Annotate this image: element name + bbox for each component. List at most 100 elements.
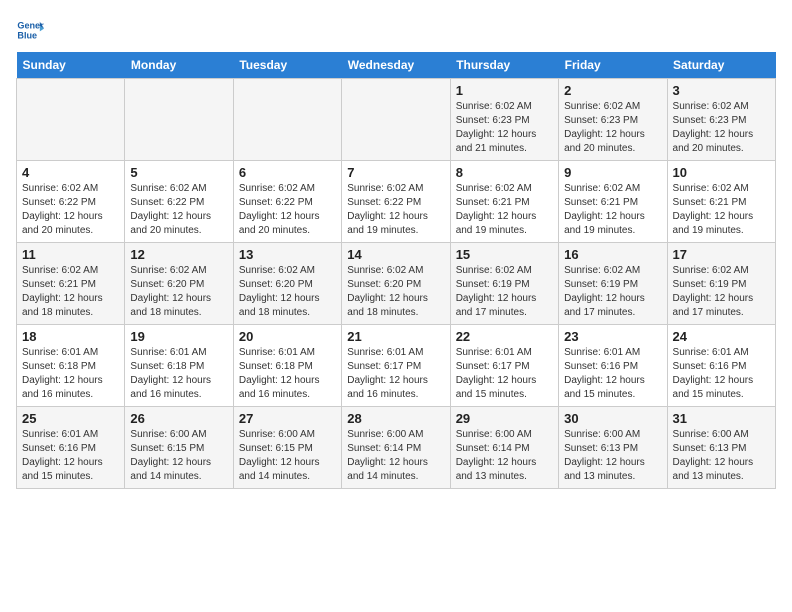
day-info: Sunrise: 6:00 AM Sunset: 6:15 PM Dayligh…	[239, 428, 336, 484]
day-number: 22	[456, 329, 553, 344]
day-info: Sunrise: 6:01 AM Sunset: 6:16 PM Dayligh…	[564, 346, 661, 402]
calendar-cell: 24Sunrise: 6:01 AM Sunset: 6:16 PM Dayli…	[667, 325, 775, 407]
day-number: 9	[564, 165, 661, 180]
calendar-cell: 11 Sunrise: 6:02 AM Sunset: 6:21 PM Dayli…	[17, 243, 125, 325]
day-info: Sunrise: 6:01 AM Sunset: 6:18 PM Dayligh…	[130, 346, 227, 402]
day-number: 11	[22, 247, 119, 262]
calendar-cell: 4Sunrise: 6:02 AM Sunset: 6:22 PM Daylig…	[17, 161, 125, 243]
calendar-cell: 13Sunrise: 6:02 AM Sunset: 6:20 PM Dayli…	[233, 243, 341, 325]
logo-icon: General Blue	[16, 16, 44, 44]
calendar-cell: 8Sunrise: 6:02 AM Sunset: 6:21 PM Daylig…	[450, 161, 558, 243]
day-info: Sunrise: 6:01 AM Sunset: 6:17 PM Dayligh…	[347, 346, 444, 402]
calendar-cell: 29Sunrise: 6:00 AM Sunset: 6:14 PM Dayli…	[450, 407, 558, 489]
calendar-week-row: 4 Sunrise: 6:02 AM Sunset: 6:22 PM Daylig…	[17, 161, 776, 243]
day-number: 7	[347, 165, 444, 180]
day-info: Sunrise: 6:01 AM Sunset: 6:16 PM Dayligh…	[673, 346, 770, 402]
day-number: 29	[456, 411, 553, 426]
calendar-cell: 23 Sunrise: 6:01 AM Sunset: 6:16 PM Dayli…	[559, 325, 667, 407]
calendar-cell: 2 Sunrise: 6:02 AM Sunset: 6:23 PM Daylig…	[559, 79, 667, 161]
calendar-week-row: 18 Sunrise: 6:01 AM Sunset: 6:18 PM Dayli…	[17, 325, 776, 407]
calendar-cell: 30Sunrise: 6:00 AM Sunset: 6:13 PM Dayli…	[559, 407, 667, 489]
day-number: 19	[130, 329, 227, 344]
day-number: 4	[22, 165, 119, 180]
day-info: Sunrise: 6:02 AM Sunset: 6:19 PM Dayligh…	[673, 264, 770, 320]
day-number: 16	[564, 247, 661, 262]
calendar-cell: 31 Sunrise: 6:00 AM Sunset: 6:13 PM Dayli…	[667, 407, 775, 489]
day-number: 26	[130, 411, 227, 426]
calendar-cell: 7 Sunrise: 6:02 AM Sunset: 6:22 PM Daylig…	[342, 161, 450, 243]
calendar-cell: 28 Sunrise: 6:00 AM Sunset: 6:14 PM Dayli…	[342, 407, 450, 489]
weekday-header-wednesday: Wednesday	[342, 52, 450, 79]
calendar-cell	[17, 79, 125, 161]
calendar-table: SundayMondayTuesdayWednesdayThursdayFrid…	[16, 52, 776, 489]
day-info: Sunrise: 6:00 AM Sunset: 6:14 PM Dayligh…	[347, 428, 444, 484]
day-info: Sunrise: 6:02 AM Sunset: 6:21 PM Dayligh…	[564, 182, 661, 238]
calendar-week-row: 1 Sunrise: 6:02 AM Sunset: 6:23 PM Daylig…	[17, 79, 776, 161]
day-info: Sunrise: 6:02 AM Sunset: 6:23 PM Dayligh…	[456, 100, 553, 156]
day-number: 6	[239, 165, 336, 180]
calendar-cell: 10 Sunrise: 6:02 AM Sunset: 6:21 PM Dayli…	[667, 161, 775, 243]
day-number: 31	[673, 411, 770, 426]
calendar-week-row: 11 Sunrise: 6:02 AM Sunset: 6:21 PM Dayli…	[17, 243, 776, 325]
day-info: Sunrise: 6:02 AM Sunset: 6:20 PM Dayligh…	[130, 264, 227, 320]
weekday-header-monday: Monday	[125, 52, 233, 79]
day-info: Sunrise: 6:02 AM Sunset: 6:19 PM Dayligh…	[564, 264, 661, 320]
calendar-cell: 16 Sunrise: 6:02 AM Sunset: 6:19 PM Dayli…	[559, 243, 667, 325]
day-number: 14	[347, 247, 444, 262]
calendar-cell	[342, 79, 450, 161]
calendar-cell: 27 Sunrise: 6:00 AM Sunset: 6:15 PM Dayli…	[233, 407, 341, 489]
day-number: 5	[130, 165, 227, 180]
day-number: 1	[456, 83, 553, 98]
day-number: 18	[22, 329, 119, 344]
day-info: Sunrise: 6:02 AM Sunset: 6:21 PM Dayligh…	[673, 182, 770, 238]
day-info: Sunrise: 6:02 AM Sunset: 6:22 PM Dayligh…	[347, 182, 444, 238]
day-info: Sunrise: 6:02 AM Sunset: 6:23 PM Dayligh…	[564, 100, 661, 156]
day-number: 23	[564, 329, 661, 344]
header: General Blue	[16, 16, 776, 44]
calendar-cell: 18 Sunrise: 6:01 AM Sunset: 6:18 PM Dayli…	[17, 325, 125, 407]
calendar-cell: 25Sunrise: 6:01 AM Sunset: 6:16 PM Dayli…	[17, 407, 125, 489]
day-info: Sunrise: 6:02 AM Sunset: 6:23 PM Dayligh…	[673, 100, 770, 156]
calendar-cell: 14Sunrise: 6:02 AM Sunset: 6:20 PM Dayli…	[342, 243, 450, 325]
day-info: Sunrise: 6:01 AM Sunset: 6:16 PM Dayligh…	[22, 428, 119, 484]
day-number: 20	[239, 329, 336, 344]
weekday-header-thursday: Thursday	[450, 52, 558, 79]
day-info: Sunrise: 6:01 AM Sunset: 6:17 PM Dayligh…	[456, 346, 553, 402]
calendar-cell	[125, 79, 233, 161]
calendar-cell: 21 Sunrise: 6:01 AM Sunset: 6:17 PM Dayli…	[342, 325, 450, 407]
day-info: Sunrise: 6:02 AM Sunset: 6:21 PM Dayligh…	[22, 264, 119, 320]
day-info: Sunrise: 6:02 AM Sunset: 6:22 PM Dayligh…	[130, 182, 227, 238]
calendar-cell: 15Sunrise: 6:02 AM Sunset: 6:19 PM Dayli…	[450, 243, 558, 325]
day-info: Sunrise: 6:02 AM Sunset: 6:21 PM Dayligh…	[456, 182, 553, 238]
weekday-header-saturday: Saturday	[667, 52, 775, 79]
logo: General Blue	[16, 16, 44, 44]
day-number: 3	[673, 83, 770, 98]
calendar-cell: 26 Sunrise: 6:00 AM Sunset: 6:15 PM Dayli…	[125, 407, 233, 489]
day-info: Sunrise: 6:01 AM Sunset: 6:18 PM Dayligh…	[22, 346, 119, 402]
day-number: 28	[347, 411, 444, 426]
calendar-week-row: 25Sunrise: 6:01 AM Sunset: 6:16 PM Dayli…	[17, 407, 776, 489]
day-number: 27	[239, 411, 336, 426]
calendar-cell	[233, 79, 341, 161]
calendar-cell: 5 Sunrise: 6:02 AM Sunset: 6:22 PM Daylig…	[125, 161, 233, 243]
day-number: 10	[673, 165, 770, 180]
day-info: Sunrise: 6:00 AM Sunset: 6:15 PM Dayligh…	[130, 428, 227, 484]
calendar-cell: 19 Sunrise: 6:01 AM Sunset: 6:18 PM Dayli…	[125, 325, 233, 407]
day-number: 17	[673, 247, 770, 262]
day-info: Sunrise: 6:02 AM Sunset: 6:22 PM Dayligh…	[239, 182, 336, 238]
calendar-cell: 20 Sunrise: 6:01 AM Sunset: 6:18 PM Dayli…	[233, 325, 341, 407]
calendar-cell: 1 Sunrise: 6:02 AM Sunset: 6:23 PM Daylig…	[450, 79, 558, 161]
day-info: Sunrise: 6:02 AM Sunset: 6:20 PM Dayligh…	[239, 264, 336, 320]
calendar-body: 1 Sunrise: 6:02 AM Sunset: 6:23 PM Daylig…	[17, 79, 776, 489]
svg-text:Blue: Blue	[17, 30, 37, 40]
day-number: 15	[456, 247, 553, 262]
weekday-header-friday: Friday	[559, 52, 667, 79]
day-info: Sunrise: 6:00 AM Sunset: 6:13 PM Dayligh…	[564, 428, 661, 484]
day-number: 2	[564, 83, 661, 98]
day-info: Sunrise: 6:00 AM Sunset: 6:13 PM Dayligh…	[673, 428, 770, 484]
calendar-cell: 3 Sunrise: 6:02 AM Sunset: 6:23 PM Daylig…	[667, 79, 775, 161]
day-number: 21	[347, 329, 444, 344]
weekday-header-row: SundayMondayTuesdayWednesdayThursdayFrid…	[17, 52, 776, 79]
calendar-cell: 6 Sunrise: 6:02 AM Sunset: 6:22 PM Daylig…	[233, 161, 341, 243]
day-info: Sunrise: 6:01 AM Sunset: 6:18 PM Dayligh…	[239, 346, 336, 402]
